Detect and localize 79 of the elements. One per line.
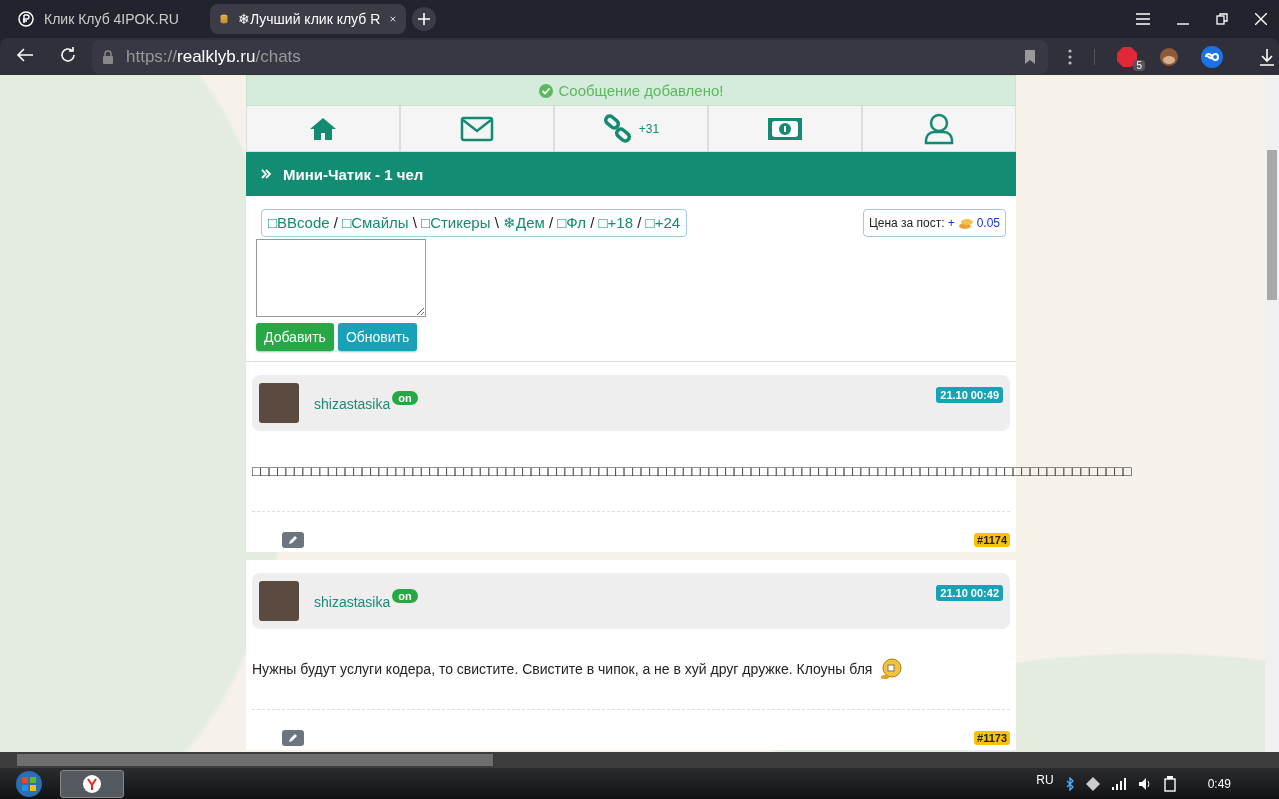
toolbar-link[interactable]: □Смайлы [342, 214, 409, 231]
start-button-icon[interactable] [14, 769, 44, 798]
horizontal-scrollbar[interactable] [0, 752, 1279, 768]
browser-tab[interactable]: ❄Лучший клик клуб R [210, 4, 406, 34]
post-number: #1173 [974, 731, 1010, 745]
menu-icon[interactable] [1136, 13, 1150, 25]
link-count: +31 [638, 121, 660, 136]
infinity-icon[interactable] [1201, 45, 1223, 68]
new-tab-button[interactable] [412, 7, 436, 31]
vertical-scrollbar[interactable] [1265, 75, 1279, 752]
toolbar-link[interactable]: ❄Дем [502, 214, 545, 231]
restore-icon[interactable] [1216, 13, 1228, 25]
check-circle-icon [538, 83, 553, 98]
pencil-icon [288, 535, 298, 545]
address-bar[interactable]: https://realklyb.ru/chats [92, 39, 1048, 74]
online-badge: on [392, 589, 418, 603]
toolbar-link[interactable]: □BBcode [268, 214, 330, 231]
close-icon[interactable] [1255, 13, 1267, 25]
separator-text: / [590, 214, 595, 231]
online-badge: on [392, 391, 418, 405]
avatar-photo-placeholder [259, 581, 299, 621]
message-input[interactable] [256, 239, 426, 317]
taskbar-app-button[interactable] [60, 769, 124, 798]
separator-text: / [333, 214, 338, 231]
price-label: Цена за пост: [868, 216, 945, 230]
user-icon [924, 112, 954, 145]
avatar-photo-placeholder [259, 383, 299, 423]
username-link[interactable]: shizastasika [314, 594, 391, 610]
price-plus: + [947, 216, 955, 230]
url-text: https://realklyb.ru/chats [126, 46, 301, 67]
coins-icon [957, 217, 974, 229]
reload-icon[interactable] [59, 46, 77, 64]
post-time: 21.10 00:49 [936, 387, 1003, 403]
post-time: 21.10 00:42 [936, 585, 1003, 601]
edit-button[interactable] [282, 532, 304, 548]
double-chevron-icon [261, 169, 271, 179]
toolbar-link[interactable]: □Стикеры [421, 214, 491, 231]
back-icon[interactable] [16, 47, 34, 63]
chain-link-icon [602, 113, 633, 144]
clock[interactable]: 0:49 [1207, 776, 1231, 791]
browser-tab[interactable]: Клик Клуб 4IPOK.RU [8, 4, 204, 34]
toolbar-link[interactable]: □+24 [645, 214, 681, 231]
home-icon [308, 115, 338, 142]
toolbar-link[interactable]: □Фл [557, 214, 587, 231]
post-number: #1174 [974, 533, 1010, 547]
bluetooth-icon[interactable] [1065, 776, 1074, 791]
download-icon[interactable] [1259, 47, 1275, 66]
separator-text: / [637, 214, 642, 231]
tab-title: ❄Лучший клик клуб R [237, 11, 381, 27]
post-text: Нужны будут услуги кодера, то свистите. Свистите в чипок, а не в хуй друг дружке. Клоуны бля [252, 661, 873, 677]
language-indicator[interactable]: RU [1036, 772, 1054, 787]
close-icon[interactable] [390, 14, 396, 24]
toolbar-link[interactable]: □+18 [598, 214, 634, 231]
signal-icon[interactable] [1111, 777, 1126, 790]
more-icon[interactable] [1068, 48, 1072, 65]
tab-title: Клик Клуб 4IPOK.RU [44, 11, 179, 27]
separator-text: / [548, 214, 554, 231]
plus-icon [418, 13, 430, 25]
extension-badge: 5 [1133, 59, 1145, 71]
add-button[interactable]: Добавить [256, 323, 334, 351]
browser-logo-icon [83, 774, 101, 793]
pencil-icon [288, 733, 298, 743]
edit-button[interactable] [282, 730, 304, 746]
volume-icon[interactable] [1137, 776, 1152, 791]
username-link[interactable]: shizastasika [314, 396, 391, 412]
notice-text: Сообщение добавлено! [558, 82, 724, 99]
post-text: □□□□□□□□□□□□□□□□□□□□□□□□□□□□□□□□□□□□□□□□□□□□□□□□□□□□□□□□□□□□□□□□□□□□□□□□□□□□□□□□□□□□□□□□□□□□□□□□□□□□□□□□ [252, 463, 1132, 479]
adblock-icon[interactable] [1117, 46, 1137, 67]
ruble-icon [18, 11, 34, 27]
chat-title: Мини-Чатик - 1 чел [283, 165, 424, 183]
separator-text: \ [412, 214, 417, 231]
bookmark-icon[interactable] [1024, 48, 1036, 65]
banknote-icon [767, 116, 803, 141]
mail-icon [460, 115, 494, 142]
lock-icon [102, 49, 114, 64]
refresh-button[interactable]: Обновить [337, 323, 418, 351]
diamond-icon[interactable] [1085, 776, 1100, 791]
price-value: 0.05 [976, 216, 1000, 230]
separator-text: \ [494, 214, 499, 231]
